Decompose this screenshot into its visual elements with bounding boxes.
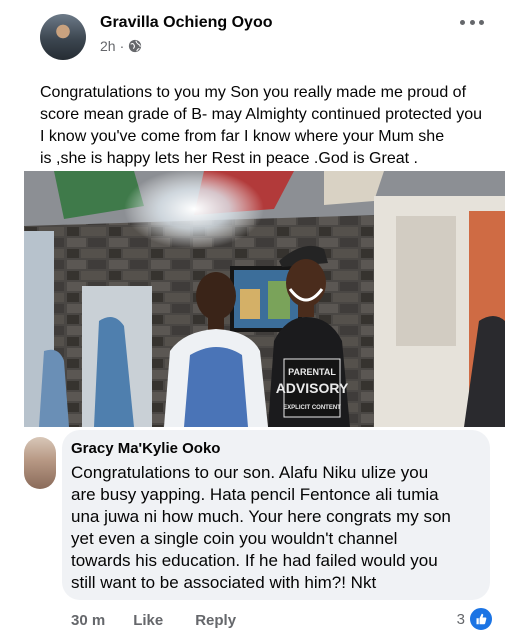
- commenter-avatar[interactable]: [24, 437, 56, 489]
- comment-text: Congratulations to our son. Alafu Niku u…: [71, 462, 481, 594]
- like-button[interactable]: Like: [133, 612, 163, 629]
- shirt-text: ADVISORY: [276, 380, 349, 396]
- more-options-icon[interactable]: [460, 18, 484, 26]
- thumbs-up-icon: [468, 606, 494, 632]
- post-text-line: score mean grade of B- may Almighty cont…: [40, 106, 483, 123]
- post-photo[interactable]: PARENTAL ADVISORY EXPLICIT CONTENT: [24, 171, 505, 427]
- post-text-line: I know you've come from far I know where…: [40, 128, 445, 145]
- comment-text-line: still want to be associated with him?! N…: [71, 573, 377, 592]
- reaction-count: 3: [456, 610, 465, 628]
- shirt-text: EXPLICIT CONTENT: [283, 405, 341, 411]
- post-header: Gravilla Ochieng Oyoo 2h ·: [0, 0, 526, 70]
- comment-text-line: towards his education. If he had failed …: [71, 551, 438, 570]
- comment-age[interactable]: 30 m: [71, 612, 105, 629]
- post-text-line: Congratulations to you my Son you really…: [40, 84, 467, 101]
- post-author-name[interactable]: Gravilla Ochieng Oyoo: [100, 14, 273, 32]
- reaction-summary[interactable]: 3: [457, 606, 494, 632]
- author-avatar[interactable]: [40, 14, 86, 60]
- post-time[interactable]: 2h: [100, 38, 116, 54]
- comment-text-line: yet even a single coin you wouldn't chan…: [71, 529, 398, 548]
- comment-text-line: Congratulations to our son. Alafu Niku u…: [71, 463, 429, 482]
- shirt-text: PARENTAL: [288, 367, 336, 377]
- post-text: Congratulations to you my Son you really…: [40, 82, 500, 170]
- globe-icon: [129, 39, 142, 53]
- comment-text-line: una juwa ni how much. Your here congrats…: [71, 507, 451, 526]
- comment-author-name[interactable]: Gracy Ma'Kylie Ooko: [71, 440, 220, 457]
- photo-scene: PARENTAL ADVISORY EXPLICIT CONTENT: [24, 171, 505, 427]
- reply-button[interactable]: Reply: [195, 612, 236, 629]
- comment-text-line: are busy yapping. Hata pencil Fentonce a…: [71, 485, 439, 504]
- post-meta: 2h ·: [100, 38, 142, 54]
- post-text-line: is ,she is happy lets her Rest in peace …: [40, 150, 418, 167]
- comment-actions: 30 m Like Reply: [71, 612, 236, 629]
